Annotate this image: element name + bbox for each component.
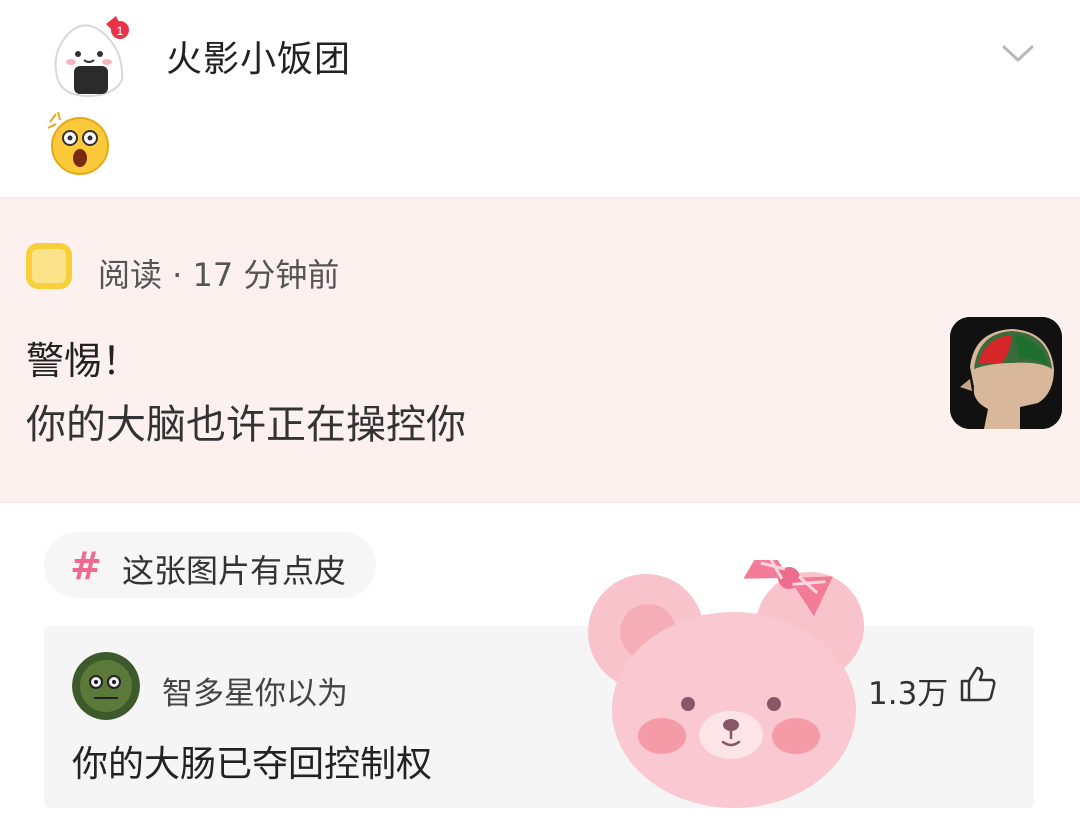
article-title-line2[interactable]: 你的大脑也许正在操控你 <box>26 392 466 450</box>
reading-meta: 阅读 · 17 分钟前 <box>98 256 340 294</box>
reading-book-icon <box>26 243 72 289</box>
comment-text: 你的大肠已夺回控制权 <box>72 744 433 785</box>
article-title-line1[interactable]: 警惕！ <box>26 330 140 385</box>
topic-label[interactable]: 这张图片有点皮 <box>122 546 346 592</box>
avatar-badge: 1 <box>117 24 124 38</box>
brain-head-thumbnail[interactable] <box>950 317 1062 429</box>
thumbs-up-icon[interactable] <box>958 664 998 704</box>
chevron-down-icon[interactable] <box>1001 40 1035 66</box>
shocked-face-emoji-icon <box>44 110 116 176</box>
green-face-avatar-icon[interactable] <box>72 652 140 720</box>
pink-bear-sticker <box>584 540 884 810</box>
topic-hash-icon: # <box>70 544 102 588</box>
user-avatar[interactable]: 1 <box>44 14 134 100</box>
reading-card[interactable] <box>0 197 1080 503</box>
comment-author-name[interactable]: 智多星你以为 <box>162 668 348 713</box>
post-author-name[interactable]: 火影小饭团 <box>166 30 351 82</box>
rice-ball-avatar-icon: 1 <box>54 16 129 98</box>
